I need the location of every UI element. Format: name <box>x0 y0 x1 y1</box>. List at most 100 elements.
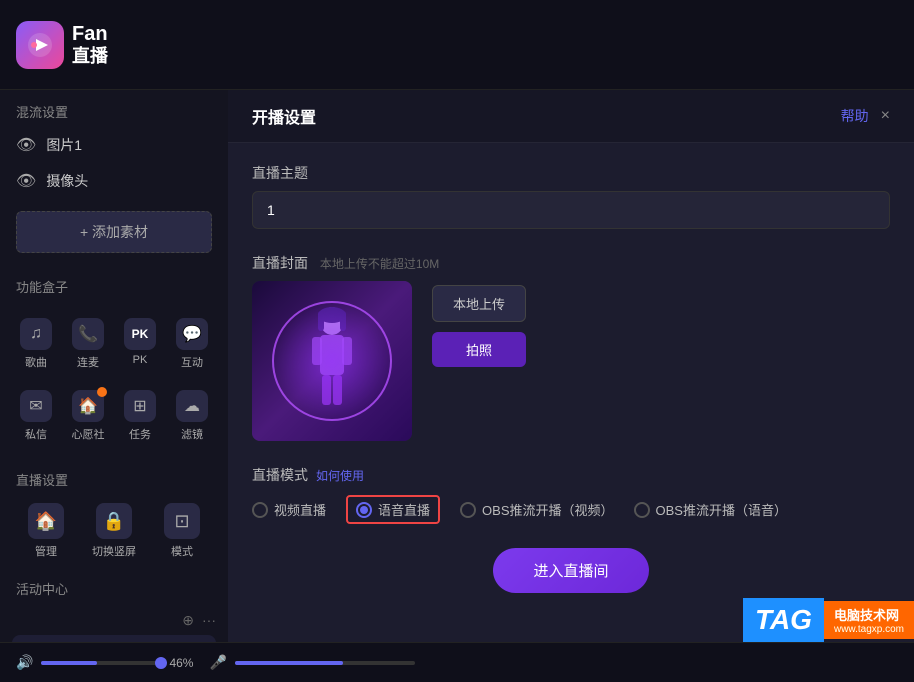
func-label-wish: 心愿社 <box>72 426 105 442</box>
func-icon-linmai: 📞 <box>72 318 104 350</box>
sidebar: 混流设置 👁 图片1 👁 摄像头 + 添加素材 功能盒子 ♫ 歌曲 📞 连麦 P… <box>0 90 228 642</box>
live-mode[interactable]: ⊡ 模式 <box>152 503 212 559</box>
portrait-label: 切换竖屏 <box>92 543 136 559</box>
function-grid: ♫ 歌曲 📞 连麦 PK PK 💬 互动 ✉ 私信 <box>0 302 228 458</box>
cover-buttons: 本地上传 拍照 <box>432 285 526 367</box>
mic-fill <box>235 661 343 665</box>
mode-icon: ⊡ <box>164 503 200 539</box>
logo-area: Fan 直播 <box>16 21 108 69</box>
mode-how-link[interactable]: 如何使用 <box>316 467 364 484</box>
sidebar-item-image1[interactable]: 👁 图片1 <box>0 127 228 163</box>
func-item-message[interactable]: ✉ 私信 <box>12 382 60 450</box>
radio-obs-audio[interactable]: OBS推流开播（语音） <box>634 500 787 519</box>
sidebar-item-camera[interactable]: 👁 摄像头 <box>0 163 228 199</box>
activity-header: ⊕ ··· <box>12 612 216 629</box>
live-mode-section: 直播模式 如何使用 视频直播 语音直播 OBS推流开播（视频） <box>252 465 890 524</box>
more-activity-icon[interactable]: ··· <box>202 612 216 629</box>
tag-orange: 电脑技术网 www.tagxp.com <box>824 601 914 639</box>
mode-label-row: 直播模式 如何使用 <box>252 465 890 485</box>
func-label-linmai: 连麦 <box>77 354 99 370</box>
cover-sublabel: 本地上传不能超过10M <box>320 257 439 271</box>
activity-card: 进行中 Q音自带伴奏功能调研 感谢各主播的支持~ <box>12 635 216 642</box>
radio-dot-obs-audio <box>634 502 650 518</box>
mode-label-side: 模式 <box>171 543 193 559</box>
func-icon-wish: 🏠 <box>72 390 104 422</box>
stream-theme-input[interactable] <box>252 191 890 229</box>
main-layout: 混流设置 👁 图片1 👁 摄像头 + 添加素材 功能盒子 ♫ 歌曲 📞 连麦 P… <box>0 90 914 642</box>
func-icon-filter: ☁ <box>176 390 208 422</box>
func-label-songs: 歌曲 <box>25 354 47 370</box>
stream-theme-section: 直播主题 <box>252 163 890 229</box>
volume-icon: 🔊 <box>16 654 33 671</box>
radio-dot-obs-video <box>460 502 476 518</box>
mic-icon: 🎤 <box>209 654 226 671</box>
radio-label-obs-audio: OBS推流开播（语音） <box>656 500 787 519</box>
func-icon-interact: 💬 <box>176 318 208 350</box>
func-icon-task: ⊞ <box>124 390 156 422</box>
live-section-title: 直播设置 <box>0 458 228 495</box>
func-label-pk: PK <box>133 354 148 366</box>
sidebar-item-label-camera: 摄像头 <box>46 171 88 191</box>
func-label-interact: 互动 <box>181 354 203 370</box>
cover-area: 本地上传 拍照 <box>252 281 890 441</box>
live-portrait[interactable]: 🔒 切换竖屏 <box>84 503 144 559</box>
photo-button[interactable]: 拍照 <box>432 332 526 367</box>
func-item-linmai[interactable]: 📞 连麦 <box>64 310 112 378</box>
stream-cover-label: 直播封面 本地上传不能超过10M <box>252 253 890 273</box>
func-item-wish[interactable]: 🏠 心愿社 <box>64 382 112 450</box>
badge-dot <box>97 387 107 397</box>
volume-pct: 46% <box>169 656 193 670</box>
add-material-button[interactable]: + 添加素材 <box>16 211 212 253</box>
volume-slider[interactable] <box>41 661 161 665</box>
live-manage[interactable]: 🏠 管理 <box>16 503 76 559</box>
portrait-icon: 🔒 <box>96 503 132 539</box>
func-label-message: 私信 <box>25 426 47 442</box>
func-item-songs[interactable]: ♫ 歌曲 <box>12 310 60 378</box>
func-icon-pk: PK <box>124 318 156 350</box>
tag-watermark: TAG 电脑技术网 www.tagxp.com <box>743 598 914 642</box>
live-settings-icons: 🏠 管理 🔒 切换竖屏 ⊡ 模式 <box>0 495 228 567</box>
character-glow <box>272 301 392 421</box>
mode-label-text: 直播模式 <box>252 465 308 485</box>
eye-icon-image1: 👁 <box>16 135 36 155</box>
func-label-task: 任务 <box>129 426 151 442</box>
logo-fan: Fan <box>72 22 108 46</box>
radio-obs-video[interactable]: OBS推流开播（视频） <box>460 500 613 519</box>
activity-header-icons: ⊕ ··· <box>182 612 216 629</box>
radio-dot-video <box>252 502 268 518</box>
manage-icon: 🏠 <box>28 503 64 539</box>
sidebar-item-label-image1: 图片1 <box>46 135 82 155</box>
logo-icon <box>16 21 64 69</box>
radio-video-live[interactable]: 视频直播 <box>252 500 326 519</box>
close-button[interactable]: × <box>881 107 890 125</box>
add-activity-icon[interactable]: ⊕ <box>182 612 194 629</box>
logo-text: Fan 直播 <box>72 22 108 68</box>
header-actions: 帮助 × <box>841 106 890 126</box>
radio-label-obs-video: OBS推流开播（视频） <box>482 500 613 519</box>
tag-line1: 电脑技术网 <box>834 605 899 624</box>
content-title: 开播设置 <box>252 104 316 128</box>
upload-button[interactable]: 本地上传 <box>432 285 526 322</box>
volume-fill <box>41 661 96 665</box>
mic-slider[interactable] <box>235 661 415 665</box>
content-header: 开播设置 帮助 × <box>228 90 914 143</box>
enter-button[interactable]: 进入直播间 <box>493 548 648 593</box>
radio-voice-live[interactable]: 语音直播 <box>346 495 440 524</box>
tag-line2: www.tagxp.com <box>834 624 904 635</box>
radio-label-voice: 语音直播 <box>378 500 430 519</box>
logo-zhibo: 直播 <box>72 46 108 68</box>
enter-btn-container: 进入直播间 <box>252 548 890 593</box>
func-item-interact[interactable]: 💬 互动 <box>168 310 216 378</box>
func-item-task[interactable]: ⊞ 任务 <box>116 382 164 450</box>
help-link[interactable]: 帮助 <box>841 106 869 126</box>
cover-image <box>252 281 412 441</box>
content-area: 开播设置 帮助 × 直播主题 直播封面 本地上传不能超过10M <box>228 90 914 642</box>
eye-icon-camera: 👁 <box>16 171 36 191</box>
radio-label-video: 视频直播 <box>274 500 326 519</box>
top-header: Fan 直播 <box>0 0 914 90</box>
radio-group: 视频直播 语音直播 OBS推流开播（视频） OBS推流开播（语音） <box>252 495 890 524</box>
stream-cover-section: 直播封面 本地上传不能超过10M <box>252 253 890 441</box>
mix-section-title: 混流设置 <box>0 90 228 127</box>
func-item-pk[interactable]: PK PK <box>116 310 164 378</box>
func-item-filter[interactable]: ☁ 滤镜 <box>168 382 216 450</box>
